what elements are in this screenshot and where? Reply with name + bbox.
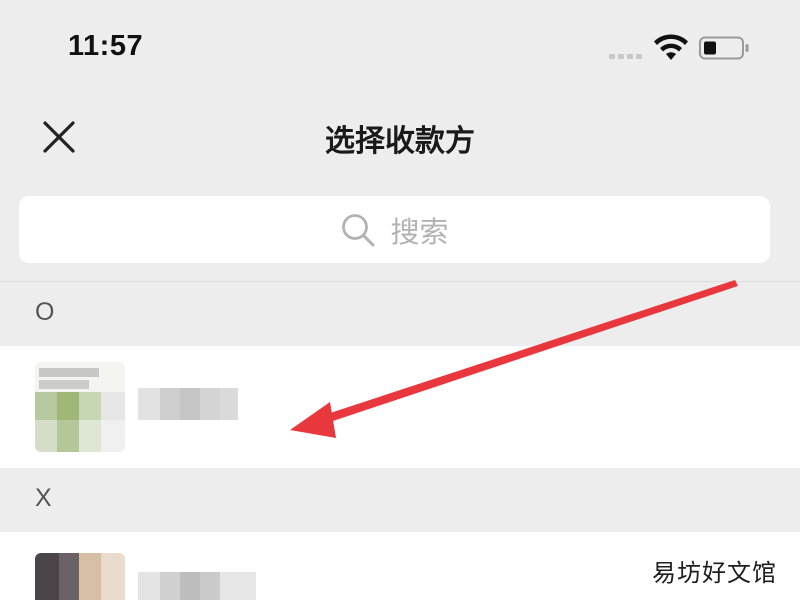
blurred-name [138,572,160,600]
status-time: 11:57 [68,30,144,62]
search-placeholder: 搜索 [390,214,449,249]
section-header-x: X [0,468,800,532]
contact-row[interactable] [0,346,800,468]
nav-bar: 选择收款方 [0,90,800,180]
search-icon [342,213,375,246]
avatar [35,553,125,600]
section-header-o: O [0,282,800,346]
watermark: 易坊好文馆 [652,559,777,587]
blurred-name [138,388,160,420]
signal-icon [609,52,647,60]
screen: 11:57 选择收款方 搜索 O X 易坊好文馆 [0,0,800,600]
search-input[interactable]: 搜索 [19,196,770,263]
avatar [35,362,125,452]
section-letter: X [35,484,52,512]
page-title: 选择收款方 [325,124,475,159]
section-letter: O [35,298,55,326]
battery-icon [699,36,749,60]
status-bar: 11:57 [0,0,800,90]
wifi-icon [654,34,688,60]
